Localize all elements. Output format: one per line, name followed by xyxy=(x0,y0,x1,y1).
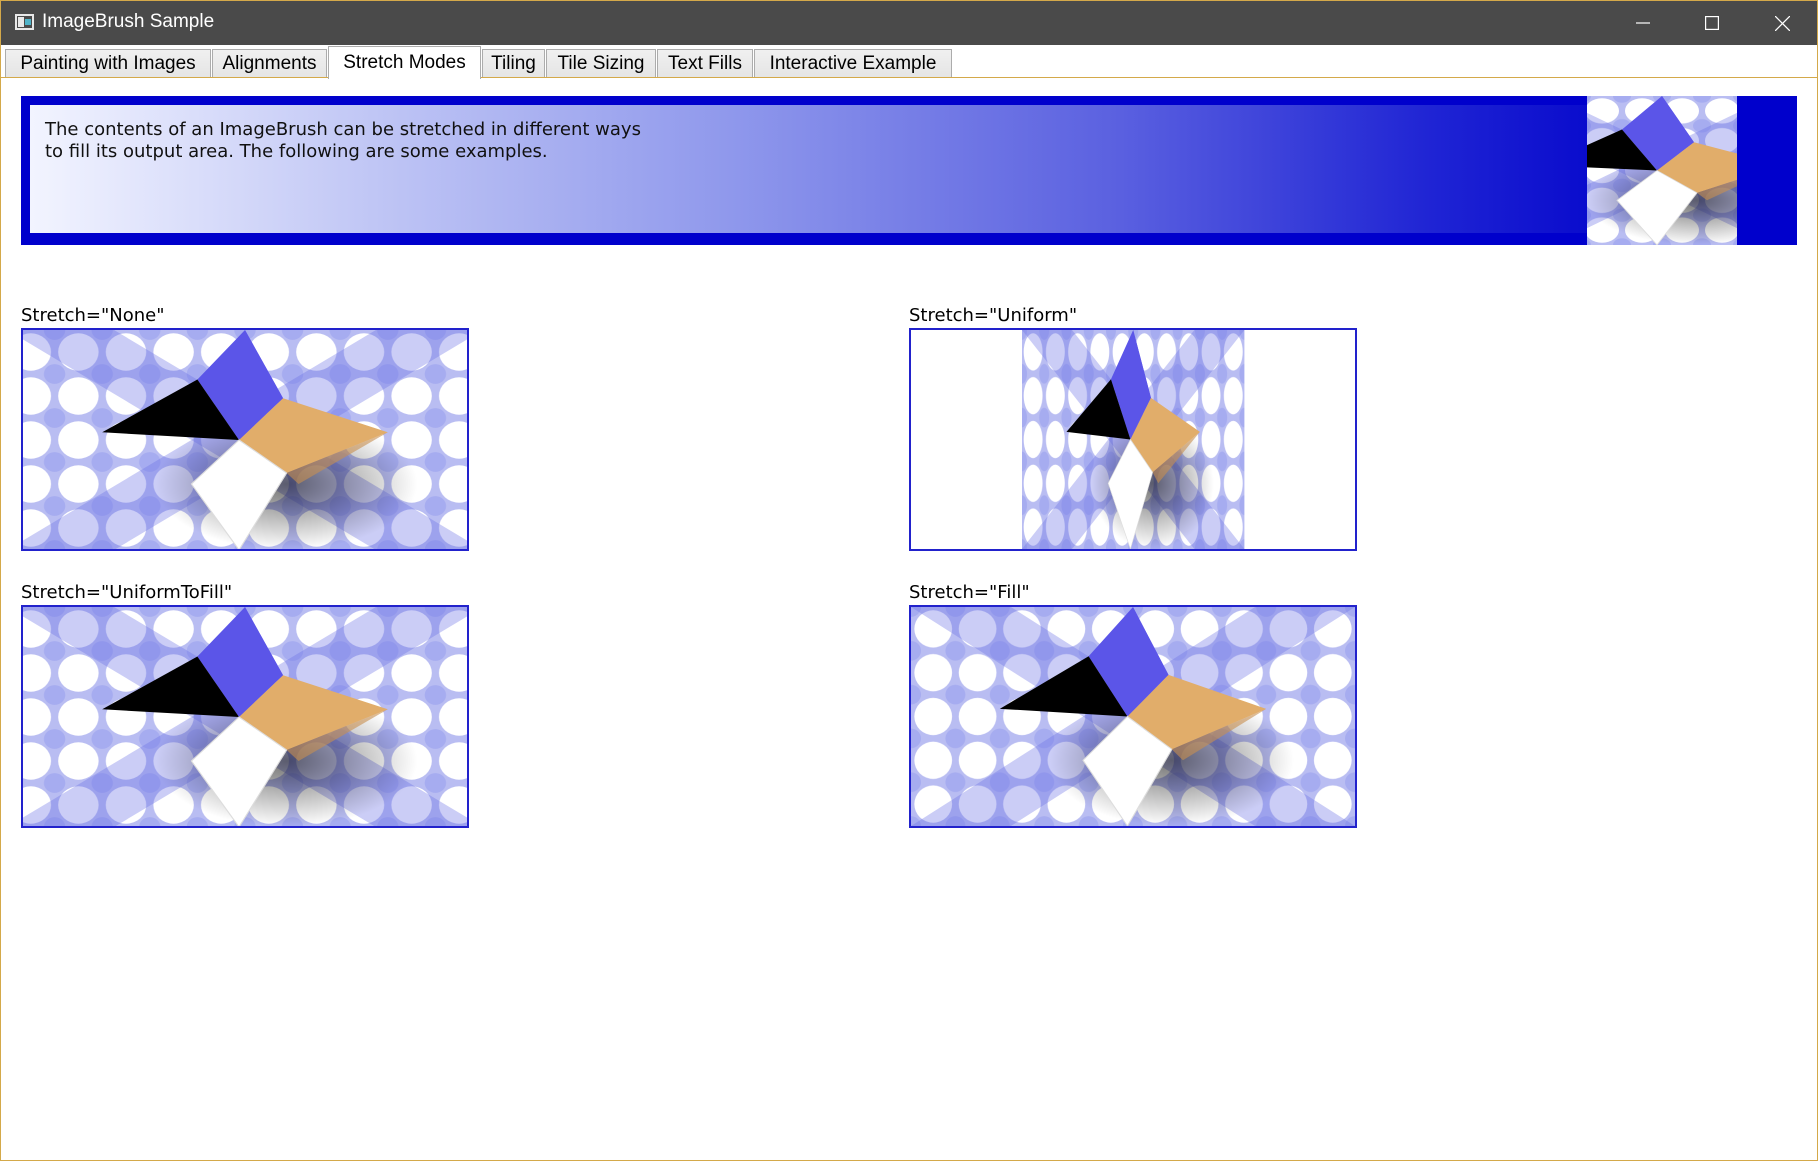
tab-tile-sizing[interactable]: Tile Sizing xyxy=(546,49,656,77)
label-stretch-uniformtofill: Stretch="UniformToFill" xyxy=(21,582,233,603)
tab-stretch-modes[interactable]: Stretch Modes xyxy=(328,46,481,79)
label-stretch-none: Stretch="None" xyxy=(21,305,165,326)
title-bar[interactable]: ImageBrush Sample xyxy=(1,1,1817,45)
tab-interactive-example[interactable]: Interactive Example xyxy=(754,49,952,77)
minimize-button[interactable] xyxy=(1609,1,1677,45)
app-window: ImageBrush Sample Painting with Images A… xyxy=(0,0,1818,1161)
banner-gradient: The contents of an ImageBrush can be str… xyxy=(30,105,1588,233)
image-stretch-fill xyxy=(909,605,1357,828)
tab-painting-with-images[interactable]: Painting with Images xyxy=(5,49,211,77)
banner-text: The contents of an ImageBrush can be str… xyxy=(45,119,641,163)
maximize-icon xyxy=(1705,16,1719,30)
image-stretch-none xyxy=(21,328,469,551)
label-stretch-fill: Stretch="Fill" xyxy=(909,582,1030,603)
banner-star-image xyxy=(1587,96,1737,245)
minimize-icon xyxy=(1636,16,1650,30)
app-icon xyxy=(15,14,34,30)
banner-line-1: The contents of an ImageBrush can be str… xyxy=(45,119,641,140)
maximize-button[interactable] xyxy=(1678,1,1746,45)
close-icon xyxy=(1774,15,1790,31)
close-button[interactable] xyxy=(1748,1,1816,45)
banner-line-2: to fill its output area. The following a… xyxy=(45,141,548,162)
tab-alignments[interactable]: Alignments xyxy=(212,49,327,77)
tab-text-fills[interactable]: Text Fills xyxy=(657,49,753,77)
tab-tiling[interactable]: Tiling xyxy=(482,49,545,77)
window-title: ImageBrush Sample xyxy=(42,11,215,32)
image-stretch-uniformtofill xyxy=(21,605,469,828)
description-banner: The contents of an ImageBrush can be str… xyxy=(21,96,1797,245)
tab-strip-divider xyxy=(1,77,1817,78)
image-stretch-uniform xyxy=(909,328,1357,551)
label-stretch-uniform: Stretch="Uniform" xyxy=(909,305,1078,326)
